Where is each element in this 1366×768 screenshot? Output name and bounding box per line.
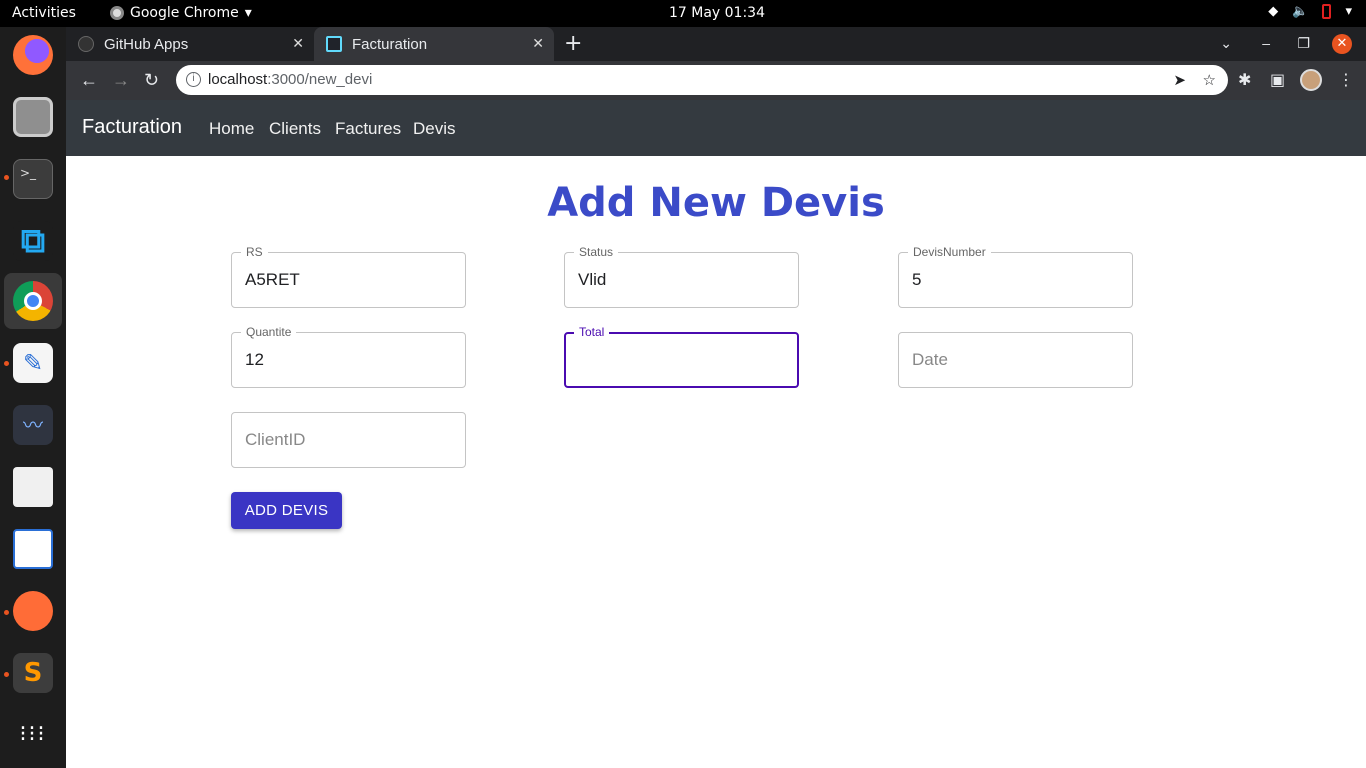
quantite-label: Quantite bbox=[241, 325, 297, 339]
extensions-puzzle-icon[interactable]: ✱ bbox=[1238, 70, 1251, 89]
forward-button[interactable]: → bbox=[112, 70, 130, 91]
devis-number-field[interactable]: DevisNumber 5 bbox=[898, 245, 1133, 308]
github-icon bbox=[78, 36, 94, 52]
more-menu-icon[interactable]: ⋮ bbox=[1338, 70, 1354, 89]
quantite-field[interactable]: Quantite 12 bbox=[231, 325, 466, 388]
browser-toolbar: ← → ↻ i localhost:3000/new_devi ➤ ☆ ✱ ▣ … bbox=[66, 61, 1366, 100]
wifi-icon: ◆ bbox=[1268, 4, 1279, 19]
files-launcher[interactable] bbox=[4, 89, 62, 145]
app-navbar: Facturation Home Clients Factures Devis bbox=[66, 100, 1366, 156]
files-icon bbox=[13, 97, 53, 137]
document-viewer-icon bbox=[13, 467, 53, 507]
close-tab-icon[interactable]: ✕ bbox=[292, 35, 304, 52]
back-button[interactable]: ← bbox=[80, 70, 98, 91]
rs-field[interactable]: RS A5RET bbox=[231, 245, 466, 308]
sublime-launcher[interactable]: S bbox=[4, 645, 62, 701]
volume-icon: 🔈 bbox=[1292, 4, 1309, 19]
vscode-launcher[interactable]: ⧉ bbox=[4, 213, 62, 269]
nav-link-factures[interactable]: Factures bbox=[335, 119, 401, 139]
tab-search-chevron-icon[interactable]: ⌄ bbox=[1220, 35, 1232, 52]
system-top-bar: Activities Google Chrome ▾ 17 May 01:34 … bbox=[0, 0, 1366, 27]
libreoffice-writer-launcher[interactable] bbox=[4, 521, 62, 577]
profile-avatar[interactable] bbox=[1300, 69, 1322, 91]
close-tab-icon[interactable]: ✕ bbox=[532, 35, 544, 52]
address-bar[interactable]: i localhost:3000/new_devi ➤ ☆ bbox=[176, 65, 1228, 95]
battery-icon bbox=[1322, 4, 1332, 19]
firefox-launcher[interactable] bbox=[4, 27, 62, 83]
bookmark-star-icon[interactable]: ☆ bbox=[1203, 71, 1216, 89]
system-monitor-launcher[interactable]: 〰 bbox=[4, 397, 62, 453]
date-field[interactable]: Date bbox=[898, 332, 1133, 388]
text-editor-launcher[interactable]: ✎ bbox=[4, 335, 62, 391]
nav-link-home[interactable]: Home bbox=[209, 119, 254, 139]
url-path: :3000/new_devi bbox=[267, 71, 373, 88]
chrome-icon bbox=[13, 281, 53, 321]
system-tray[interactable]: ◆ 🔈 ▾ bbox=[1268, 4, 1352, 19]
nav-link-clients[interactable]: Clients bbox=[269, 119, 321, 139]
tab-strip: GitHub Apps ✕ Facturation ✕ + ⌄ – ❐ ✕ bbox=[66, 27, 1366, 61]
close-window-button[interactable]: ✕ bbox=[1332, 34, 1352, 54]
devis-number-label: DevisNumber bbox=[908, 245, 991, 259]
client-id-placeholder: ClientID bbox=[245, 430, 306, 449]
postman-launcher[interactable] bbox=[4, 583, 62, 639]
date-placeholder: Date bbox=[912, 350, 948, 369]
reload-button[interactable]: ↻ bbox=[144, 70, 159, 91]
restore-button[interactable]: ❐ bbox=[1297, 35, 1310, 52]
page-content: Add New Devis RS A5RET Status Vlid Devis… bbox=[66, 156, 1366, 768]
minimize-button[interactable]: – bbox=[1262, 35, 1270, 51]
status-value: Vlid bbox=[578, 270, 607, 289]
terminal-launcher[interactable]: >_ bbox=[4, 151, 62, 207]
vscode-icon: ⧉ bbox=[13, 221, 53, 261]
chevron-down-icon: ▾ bbox=[1345, 4, 1352, 19]
rs-value: A5RET bbox=[245, 270, 300, 289]
status-field[interactable]: Status Vlid bbox=[564, 245, 799, 308]
document-viewer-launcher[interactable] bbox=[4, 459, 62, 515]
tab-github-apps[interactable]: GitHub Apps ✕ bbox=[78, 27, 314, 61]
nav-link-devis[interactable]: Devis bbox=[413, 119, 456, 139]
navbar-brand[interactable]: Facturation bbox=[82, 116, 182, 139]
new-tab-button[interactable]: + bbox=[564, 31, 582, 56]
chrome-launcher[interactable] bbox=[4, 273, 62, 329]
status-label: Status bbox=[574, 245, 619, 259]
devis-number-value: 5 bbox=[912, 270, 922, 289]
url-text: localhost:3000/new_devi bbox=[208, 71, 372, 88]
react-icon bbox=[326, 36, 342, 52]
side-panel-icon[interactable]: ▣ bbox=[1270, 70, 1285, 89]
firefox-icon bbox=[13, 35, 53, 75]
grid-icon: ⁝⁝⁝ bbox=[19, 722, 47, 747]
dock: >_ ⧉ ✎ 〰 S ⁝⁝⁝ bbox=[0, 27, 66, 768]
writer-icon bbox=[13, 529, 53, 569]
tab-title: GitHub Apps bbox=[104, 35, 189, 53]
clock[interactable]: 17 May 01:34 bbox=[0, 5, 1366, 21]
send-icon[interactable]: ➤ bbox=[1173, 71, 1186, 89]
show-apps-button[interactable]: ⁝⁝⁝ bbox=[4, 707, 62, 763]
tab-title: Facturation bbox=[352, 35, 428, 53]
terminal-icon: >_ bbox=[13, 159, 53, 199]
rs-label: RS bbox=[241, 245, 268, 259]
client-id-field[interactable]: ClientID bbox=[231, 412, 466, 468]
total-label: Total bbox=[574, 325, 610, 339]
system-monitor-icon: 〰 bbox=[13, 405, 53, 445]
page-title: Add New Devis bbox=[547, 180, 885, 226]
total-field[interactable]: Total bbox=[564, 325, 799, 388]
sublime-icon: S bbox=[13, 653, 53, 693]
quantite-value: 12 bbox=[245, 350, 264, 369]
site-info-icon[interactable]: i bbox=[186, 72, 201, 87]
postman-icon bbox=[13, 591, 53, 631]
tab-facturation[interactable]: Facturation ✕ bbox=[314, 27, 554, 61]
url-host: localhost bbox=[208, 71, 268, 88]
add-devis-button[interactable]: ADD DEVIS bbox=[231, 492, 342, 529]
text-editor-icon: ✎ bbox=[13, 343, 53, 383]
